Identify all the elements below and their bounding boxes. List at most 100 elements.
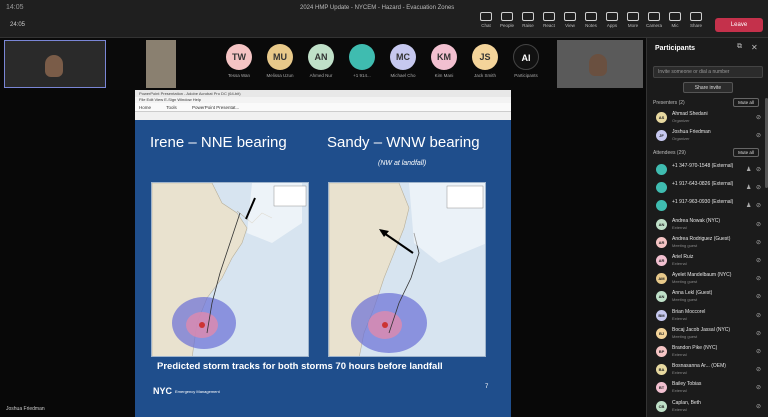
- mic-muted-icon[interactable]: ⊘: [756, 114, 761, 121]
- tab-tools[interactable]: Tools: [166, 105, 177, 110]
- participant-row[interactable]: CB Caplan, Beth External ⊘: [653, 399, 767, 415]
- mute-all-presenters-button[interactable]: Mute all: [733, 98, 759, 107]
- acrobat-title-bar: PowerPoint Presentation - Adobe Acrobat …: [135, 90, 511, 97]
- mic-muted-icon[interactable]: ⊘: [756, 275, 761, 282]
- participant-avatar: BA: [656, 364, 667, 376]
- participant-avatar-name: +1 914...: [353, 73, 371, 78]
- meeting-timer: 24:05: [10, 22, 26, 28]
- participant-row[interactable]: +1 917-643-0826 (External) ♟ ⊘: [653, 180, 767, 196]
- participant-name: Andrea Rodriguez (Guest): [672, 235, 731, 242]
- participant-row[interactable]: +1 347-970-1548 (External) ♟ ⊘: [653, 162, 767, 178]
- participant-name: Ahmad Shedani: [672, 111, 708, 117]
- tab-home[interactable]: Home: [139, 105, 151, 110]
- close-icon[interactable]: ✕: [751, 43, 758, 52]
- participant-role: External: [672, 261, 687, 266]
- participant-row[interactable]: AR Ariel Ruiz External ⊘: [653, 253, 767, 269]
- participant-role: External: [672, 406, 687, 412]
- mic-muted-icon[interactable]: ⊘: [756, 330, 761, 337]
- participant-row[interactable]: +1 917-963-0930 (External) ♟ ⊘: [653, 198, 767, 214]
- leave-button[interactable]: Leave: [715, 18, 763, 32]
- mute-all-attendees-button[interactable]: Mute all: [733, 148, 759, 157]
- mic-muted-icon[interactable]: ⊘: [756, 202, 761, 209]
- video-tile-participant[interactable]: [146, 40, 176, 88]
- participant-name: +1 917-643-0826 (External): [672, 181, 734, 188]
- share-invite-button[interactable]: Share invite: [683, 82, 733, 93]
- apps-icon: [606, 12, 618, 21]
- toolbar-button-share[interactable]: Share: [684, 12, 708, 36]
- participant-row[interactable]: AM Ayelet Mandelbaum (NYC) Meeting guest ⊘: [653, 271, 767, 287]
- mic-muted-icon[interactable]: ⊘: [756, 293, 761, 300]
- participant-row[interactable]: AS Ahmad Shedani Organizer ⊘: [653, 110, 767, 126]
- participant-avatar: JF: [656, 130, 667, 141]
- participant-avatar: BP: [656, 346, 667, 357]
- mic-muted-icon[interactable]: ⊘: [756, 366, 761, 373]
- participant-avatar[interactable]: MU: [267, 44, 293, 70]
- participant-name: Anna Lekl (Guest): [672, 290, 713, 297]
- pop-out-icon[interactable]: ⧉: [737, 43, 742, 51]
- mic-muted-icon[interactable]: ⊘: [756, 384, 761, 391]
- participant-avatar: AS: [656, 112, 667, 123]
- participant-avatar-name: Tessa Wan: [227, 73, 251, 78]
- participant-row[interactable]: BP Brandon Pike (NYC) External ⊘: [653, 344, 767, 360]
- mic-icon: [669, 12, 681, 21]
- mic-muted-icon[interactable]: ⊘: [756, 403, 761, 410]
- participant-avatar-name: Jack Smith: [473, 73, 496, 78]
- slide-heading-left: Irene – NNE bearing: [150, 134, 287, 151]
- smile-icon: [543, 12, 555, 21]
- participant-avatar[interactable]: MC: [390, 44, 416, 70]
- tab-document[interactable]: PowerPoint Presentat...: [192, 105, 239, 110]
- irene-track-map: [151, 182, 309, 357]
- hand-icon: [522, 12, 534, 21]
- video-tile-self[interactable]: [4, 40, 106, 88]
- mic-muted-icon[interactable]: ⊘: [756, 348, 761, 355]
- participant-role: Organizer: [672, 118, 690, 123]
- participant-row[interactable]: AR Andrea Rodriguez (Guest) Meeting guest ⊘: [653, 235, 767, 251]
- participant-avatar[interactable]: KM: [431, 44, 457, 70]
- participant-avatar[interactable]: JS: [472, 44, 498, 70]
- slide-heading-right: Sandy – WNW bearing: [327, 134, 480, 151]
- participants-title: Participants: [655, 45, 696, 52]
- mic-muted-icon[interactable]: ⊘: [756, 257, 761, 264]
- participant-name: Ariel Ruiz: [672, 254, 694, 260]
- mic-muted-icon[interactable]: ⊘: [756, 239, 761, 246]
- participant-name: Ayelet Mandelbaum (NYC): [672, 272, 732, 279]
- participant-role: External: [672, 370, 687, 376]
- mic-muted-icon[interactable]: ⊘: [756, 221, 761, 228]
- irene-map-graphic: [152, 183, 307, 356]
- participant-row[interactable]: BM Brian Moccorel External ⊘: [653, 308, 767, 324]
- participant-name: Brandon Pike (NYC): [672, 345, 718, 351]
- speaker-name-tag: Joshua Friedman: [6, 406, 45, 412]
- participant-avatar[interactable]: AI: [513, 44, 539, 70]
- participant-role: External: [672, 224, 687, 230]
- participant-role: Meeting guest: [672, 242, 698, 248]
- participant-row[interactable]: BA Bosnasanna Ar... (OEM) External ⊘: [653, 362, 767, 378]
- mic-muted-icon[interactable]: ⊘: [756, 166, 761, 173]
- participant-row[interactable]: AN Andrea Nowak (NYC) External ⊘: [653, 217, 767, 233]
- participant-avatar: BJ: [656, 327, 667, 339]
- invite-search-input[interactable]: Invite someone or dial a number: [653, 66, 763, 78]
- attendees-section-label[interactable]: Attendees (29): [653, 150, 686, 156]
- participant-avatar: AM: [656, 273, 667, 285]
- participant-avatar[interactable]: TW: [226, 44, 252, 70]
- participant-row[interactable]: AN Anna Lekl (Guest) Meeting guest ⊘: [653, 289, 767, 305]
- video-tile-participant-2[interactable]: [557, 40, 643, 88]
- logo-text: NYC: [153, 386, 173, 396]
- mic-muted-icon[interactable]: ⊘: [756, 184, 761, 191]
- people-icon: [501, 12, 513, 21]
- participant-name: Bocaj Jacob Jassal (NYC): [672, 326, 731, 333]
- mic-muted-icon[interactable]: ⊘: [756, 132, 761, 139]
- participant-avatar[interactable]: [349, 44, 375, 70]
- participant-avatar[interactable]: AN: [308, 44, 334, 70]
- admit-icon[interactable]: ♟: [746, 184, 751, 191]
- mic-muted-icon[interactable]: ⊘: [756, 312, 761, 319]
- participant-role: Meeting guest: [672, 279, 698, 285]
- participant-row[interactable]: JF Joshua Friedman Organizer ⊘: [653, 128, 767, 144]
- participant-avatar-name: Participants: [514, 73, 538, 78]
- participant-name: +1 347-970-1548 (External): [672, 163, 734, 169]
- participant-name: Andrea Nowak (NYC): [672, 217, 721, 224]
- participant-row[interactable]: BT Bailey Tobias External ⊘: [653, 380, 767, 396]
- admit-icon[interactable]: ♟: [746, 166, 751, 173]
- participant-row[interactable]: BJ Bocaj Jacob Jassal (NYC) Meeting guest ⊘: [653, 326, 767, 342]
- admit-icon[interactable]: ♟: [746, 202, 751, 209]
- presenters-section-label[interactable]: Presenters (2): [653, 100, 685, 106]
